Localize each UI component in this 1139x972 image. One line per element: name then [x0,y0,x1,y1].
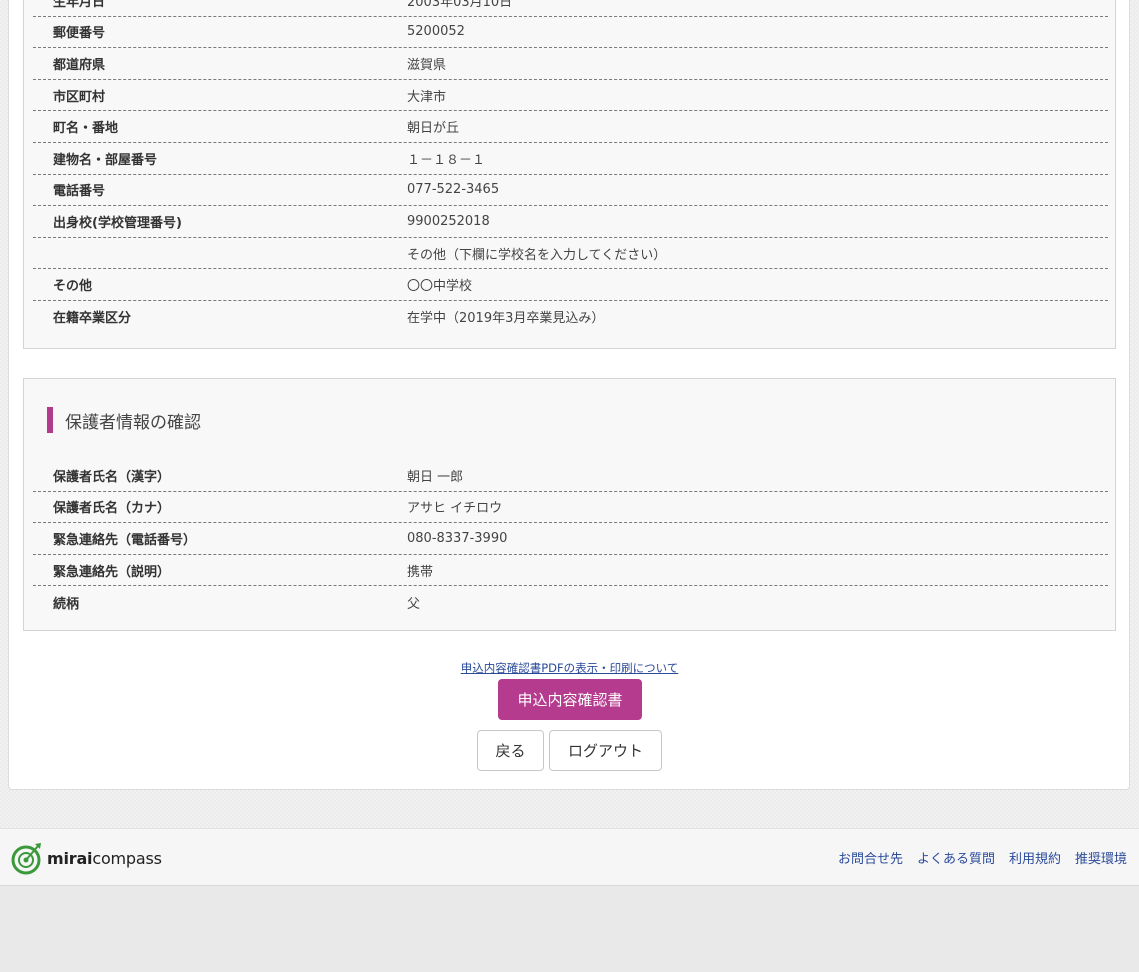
logout-button[interactable]: ログアウト [549,730,662,771]
row-label: 在籍卒業区分 [53,311,132,327]
compass-logo-icon [11,843,41,875]
row-label: 都道府県 [53,57,106,73]
table-row: その他 〇〇中学校 [33,269,1108,301]
table-row: 緊急連絡先（電話番号） 080-8337-3990 [33,523,1108,555]
table-row: 町名・番地 朝日が丘 [33,111,1108,143]
row-label: 郵便番号 [53,26,106,42]
table-row: 保護者氏名（カナ） アサヒ イチロウ [33,492,1108,524]
table-row: 保護者氏名（漢字） 朝日 一郎 [33,460,1108,492]
table-row: 建物名・部屋番号 １－１８－１ [33,143,1108,175]
footer-links: お問合せ先 よくある質問 利用規約 推奨環境 [838,829,1127,885]
row-label: 続柄 [53,596,80,612]
row-label: 市区町村 [53,89,106,105]
row-label: 建物名・部屋番号 [53,152,158,168]
row-value: 父 [407,596,421,612]
table-row: 電話番号 077-522-3465 [33,175,1108,207]
table-row: 緊急連絡先（説明） 携帯 [33,555,1108,587]
footer-link-terms[interactable]: 利用規約 [1009,848,1061,867]
applicant-info-panel: 生年月日 2003年03月10日 郵便番号 5200052 都道府県 滋賀県 市… [23,0,1116,349]
row-value: 朝日が丘 [407,121,460,137]
row-value: アサヒ イチロウ [407,501,503,517]
footer: miraicompass お問合せ先 よくある質問 利用規約 推奨環境 [0,828,1139,886]
table-row: 続柄 父 [33,586,1108,618]
table-row: 都道府県 滋賀県 [33,48,1108,80]
row-label: その他 [53,279,93,295]
row-value: 朝日 一郎 [407,469,464,485]
footer-link-faq[interactable]: よくある質問 [917,848,995,867]
table-row: 郵便番号 5200052 [33,17,1108,49]
row-value: 5200052 [407,24,465,40]
row-label: 保護者氏名（漢字） [53,469,171,485]
table-row: 市区町村 大津市 [33,80,1108,112]
miraicompass-logo[interactable]: miraicompass [10,840,162,876]
guardian-info-table: 保護者氏名（漢字） 朝日 一郎 保護者氏名（カナ） アサヒ イチロウ 緊急連絡先… [33,460,1108,618]
row-value: 9900252018 [407,213,490,229]
row-value: 〇〇中学校 [407,279,473,295]
row-value: 在学中（2019年3月卒業見込み） [407,311,605,327]
footer-link-environment[interactable]: 推奨環境 [1075,848,1127,867]
table-row: その他（下欄に学校名を入力してください） [33,238,1108,270]
row-label: 緊急連絡先（説明） [53,564,171,580]
back-button[interactable]: 戻る [477,730,544,771]
section-title: 保護者情報の確認 [47,407,201,433]
row-value: 滋賀県 [407,57,447,73]
row-label: 出身校(学校管理番号) [53,215,182,231]
row-value: 携帯 [407,564,434,580]
table-row: 生年月日 2003年03月10日 [33,0,1108,17]
row-value: １－１８－１ [407,152,486,168]
row-value: 077-522-3465 [407,182,500,198]
row-label: 保護者氏名（カナ） [53,501,171,517]
row-value: 080-8337-3990 [407,530,508,546]
row-label: 緊急連絡先（電話番号） [53,532,197,548]
row-label: 電話番号 [53,184,106,200]
row-label: 生年月日 [53,0,106,10]
row-value: 大津市 [407,89,447,105]
row-value: 2003年03月10日 [407,0,513,10]
row-value: その他（下欄に学校名を入力してください） [407,247,667,263]
table-row: 在籍卒業区分 在学中（2019年3月卒業見込み） [33,301,1108,333]
confirmation-document-button[interactable]: 申込内容確認書 [498,679,642,720]
guardian-info-panel: 保護者情報の確認 保護者氏名（漢字） 朝日 一郎 保護者氏名（カナ） アサヒ イ… [23,378,1116,631]
footer-link-contact[interactable]: お問合せ先 [838,848,903,867]
row-label: 町名・番地 [53,121,119,137]
applicant-info-table: 生年月日 2003年03月10日 郵便番号 5200052 都道府県 滋賀県 市… [33,0,1108,333]
logo-text: miraicompass [47,848,162,868]
table-row: 出身校(学校管理番号) 9900252018 [33,206,1108,238]
pdf-info-link[interactable]: 申込内容確認書PDFの表示・印刷について [0,660,1139,676]
